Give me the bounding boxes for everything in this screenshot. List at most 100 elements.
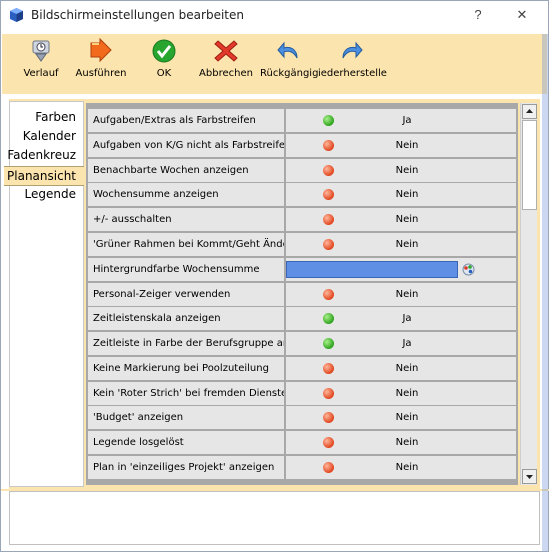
status-red-icon [323,140,334,151]
setting-value: Nein [395,289,419,300]
cancel-x-icon [214,40,238,62]
table-row[interactable]: 'Grüner Rahmen bei Kommt/Geht Änderu Nei… [88,233,516,256]
setting-value-cell[interactable]: Ja [286,307,516,330]
app-cube-icon [10,8,23,22]
setting-value: Nein [395,239,419,250]
color-swatch[interactable] [286,261,458,278]
setting-value: Nein [395,140,419,151]
toolbar: Verlauf Ausführen OK Abbrechen Rückgängi… [2,34,547,94]
undo-label: Rückgängig [260,68,319,79]
redo-icon [342,41,363,59]
execute-button[interactable]: Ausführen [74,36,128,92]
table-row[interactable]: 'Budget' anzeigen Nein [88,406,516,429]
setting-label: Aufgaben/Extras als Farbstreifen [88,109,284,132]
setting-value: Ja [402,338,412,349]
status-green-icon [323,313,334,324]
setting-label: Plan in 'einzeiliges Projekt' anzeigen [88,456,284,479]
status-red-icon [323,289,334,300]
table-row[interactable]: Benachbarte Wochen anzeigen Nein [88,159,516,182]
setting-value-cell[interactable]: Nein [286,406,516,429]
setting-value-cell[interactable]: Nein [286,183,516,206]
title-bar: Bildschirmeinstellungen bearbeiten ? ✕ [1,1,548,29]
help-button[interactable]: ? [467,4,489,26]
status-green-icon [323,338,334,349]
table-row[interactable]: Zeitleistenskala anzeigen Ja [88,307,516,330]
cancel-label: Abbrechen [199,68,253,79]
setting-value-cell[interactable]: Nein [286,208,516,231]
history-label: Verlauf [23,68,59,79]
setting-value: Nein [395,214,419,225]
nav-item-kalender[interactable]: Kalender [20,129,79,143]
settings-grid: Aufgaben/Extras als Farbstreifen Ja Aufg… [86,103,518,485]
setting-value-cell[interactable]: Nein [286,382,516,405]
description-box [9,491,540,545]
nav-item-fadenkreuz[interactable]: Fadenkreuz [4,148,79,162]
color-palette-icon[interactable] [462,263,475,276]
setting-value-cell[interactable]: Ja [286,332,516,355]
nav-item-legende[interactable]: Legende [22,187,79,201]
ok-button[interactable]: OK [146,36,182,92]
setting-value-cell[interactable]: Nein [286,456,516,479]
redo-button[interactable]: iederherstelle [318,36,387,92]
arrow-down-icon [526,475,533,479]
content-area: Farben Kalender Fadenkreuz Planansicht L… [4,99,540,489]
arrow-up-icon [526,109,533,113]
undo-button[interactable]: Rückgängig [260,36,318,92]
setting-label: 'Grüner Rahmen bei Kommt/Geht Änderu [88,233,284,256]
setting-value: Nein [395,412,419,423]
setting-value-cell[interactable]: Nein [286,159,516,182]
table-row[interactable]: Keine Markierung bei Poolzuteilung Nein [88,357,516,380]
table-row[interactable]: Plan in 'einzeiliges Projekt' anzeigen N… [88,456,516,479]
category-nav: Farben Kalender Fadenkreuz Planansicht L… [4,101,84,487]
table-row[interactable]: Zeitleiste in Farbe der Berufsgruppe anz… [88,332,516,355]
setting-value-cell[interactable]: Nein [286,283,516,306]
table-row[interactable]: Legende losgelöst Nein [88,431,516,454]
window-edge [542,34,548,551]
history-button[interactable]: Verlauf [20,36,62,92]
setting-value: Ja [402,313,412,324]
status-red-icon [323,189,334,200]
nav-item-planansicht[interactable]: Planansicht [4,166,84,186]
table-row[interactable]: +/- ausschalten Nein [88,208,516,231]
scroll-up-button[interactable] [522,104,537,119]
cancel-button[interactable]: Abbrechen [198,36,254,92]
setting-label: Kein 'Roter Strich' bei fremden Diensten [88,382,284,405]
status-red-icon [323,363,334,374]
setting-label: Wochensumme anzeigen [88,183,284,206]
nav-item-farben[interactable]: Farben [32,110,79,124]
setting-value-cell[interactable]: Nein [286,134,516,157]
history-icon [32,40,50,62]
table-row[interactable]: Personal-Zeiger verwenden Nein [88,283,516,306]
window-title: Bildschirmeinstellungen bearbeiten [31,8,244,22]
scroll-down-button[interactable] [522,469,537,484]
table-row[interactable]: Aufgaben von K/G nicht als Farbstreifen … [88,134,516,157]
setting-value: Nein [395,363,419,374]
setting-value-cell[interactable]: Nein [286,357,516,380]
ok-check-icon [152,39,176,63]
setting-label: Zeitleistenskala anzeigen [88,307,284,330]
dialog-window: Bildschirmeinstellungen bearbeiten ? ✕ V… [0,0,549,552]
setting-label: Benachbarte Wochen anzeigen [88,159,284,182]
setting-label: Legende losgelöst [88,431,284,454]
close-button[interactable]: ✕ [511,4,533,26]
setting-value-cell[interactable]: Nein [286,233,516,256]
status-green-icon [323,115,334,126]
setting-value-cell[interactable]: Nein [286,431,516,454]
setting-color-cell[interactable] [286,258,516,281]
scroll-thumb[interactable] [522,120,537,210]
status-red-icon [323,239,334,250]
execute-icon [90,38,112,63]
table-row[interactable]: Hintergrundfarbe Wochensumme [88,258,516,281]
vertical-scrollbar[interactable] [520,103,537,485]
status-red-icon [323,437,334,448]
table-row[interactable]: Wochensumme anzeigen Nein [88,183,516,206]
setting-label: Hintergrundfarbe Wochensumme [88,258,284,281]
redo-label: iederherstelle [318,68,387,79]
execute-label: Ausführen [75,68,127,79]
setting-label: Personal-Zeiger verwenden [88,283,284,306]
table-row[interactable]: Kein 'Roter Strich' bei fremden Diensten… [88,382,516,405]
undo-icon [277,41,298,59]
setting-value-cell[interactable]: Ja [286,109,516,132]
table-row[interactable]: Aufgaben/Extras als Farbstreifen Ja [88,109,516,132]
setting-label: +/- ausschalten [88,208,284,231]
